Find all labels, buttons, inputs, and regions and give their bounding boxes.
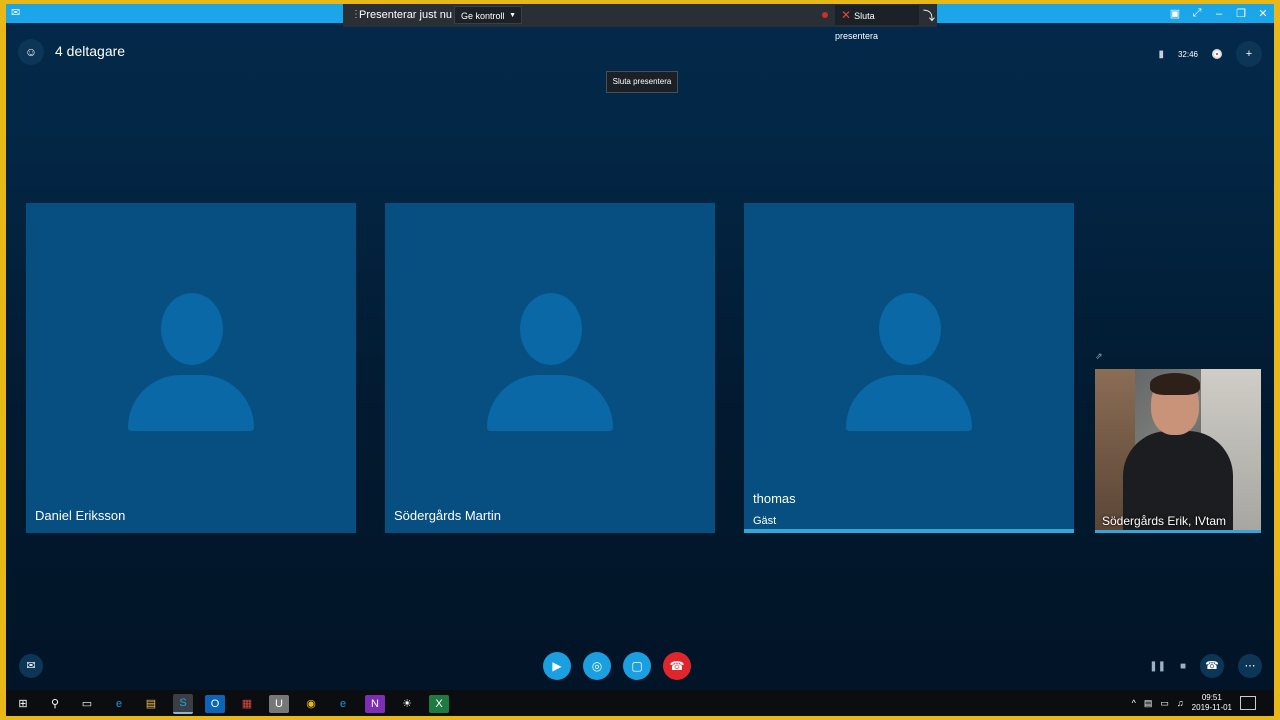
participant-name: Daniel Eriksson — [35, 508, 126, 523]
add-participant-button[interactable]: + — [1236, 41, 1262, 67]
participant-guest-label: Gäst — [753, 515, 777, 527]
dialpad-icon: ☎ — [1205, 660, 1219, 672]
edge-browser-icon[interactable]: e — [109, 695, 129, 713]
self-name: Södergårds Erik, IVtam — [1102, 514, 1227, 528]
participant-name: Södergårds Martin — [394, 508, 501, 523]
restore-icon[interactable]: ❐ — [1234, 7, 1248, 20]
chevron-up-icon[interactable]: ^ — [1132, 698, 1136, 708]
call-quality-icon[interactable]: ▮ — [1158, 49, 1164, 60]
chrome-icon[interactable]: ◉ — [301, 695, 321, 713]
chat-button[interactable]: ✉ — [19, 654, 43, 678]
participants-button[interactable]: ☺ — [18, 39, 44, 65]
person-hair — [1150, 373, 1200, 395]
participant-name: thomas — [753, 491, 796, 506]
presenting-status: Presenterar just nu — [359, 9, 452, 21]
hang-up-button[interactable]: ☎ — [663, 652, 691, 680]
app-icon[interactable]: U — [269, 695, 289, 713]
network-icon[interactable]: ▤ — [1144, 698, 1153, 709]
participant-tile[interactable]: Daniel Eriksson — [26, 203, 356, 533]
minimize-icon[interactable]: – — [1212, 8, 1226, 20]
stop-presenting-button[interactable]: ✕ Sluta presentera — [835, 5, 919, 41]
record-icon[interactable] — [1212, 49, 1222, 59]
hang-up-icon: ☎ — [669, 659, 685, 673]
participant-tile[interactable]: thomas Gäst — [744, 203, 1074, 533]
stop-icon[interactable]: ■ — [1180, 661, 1186, 672]
skype-icon[interactable]: S — [173, 694, 193, 714]
clock[interactable]: 09:51 2019-11-01 — [1192, 693, 1232, 713]
close-icon: ✕ — [841, 8, 852, 22]
internet-explorer-icon[interactable]: e — [333, 695, 353, 713]
clock-date: 2019-11-01 — [1191, 703, 1232, 712]
dialpad-button[interactable]: ☎ — [1200, 654, 1224, 678]
video-camera-icon: ▶ — [552, 659, 562, 673]
popout-icon[interactable]: ⇗ — [1095, 351, 1103, 362]
display-icon[interactable]: ▭ — [1160, 698, 1169, 709]
avatar-body — [846, 375, 972, 431]
tooltip: Sluta presentera — [606, 71, 678, 93]
windows-taskbar: ⊞ ⚲ ▭ e ▤ S O ▦ U ◉ e N ☀ X ^ ▤ ▭ ♫ 09:5… — [6, 690, 1274, 716]
pin-icon[interactable]: ⤵ — [923, 7, 935, 24]
extra-controls: ❚❚ ■ ☎ ⋯ — [1149, 654, 1262, 678]
volume-icon[interactable]: ♫ — [1177, 698, 1184, 708]
chevron-down-icon: ▼ — [509, 12, 516, 19]
self-video-preview[interactable]: ○ Södergårds Erik, IVtam — [1095, 369, 1261, 533]
speaking-indicator — [744, 529, 1074, 533]
call-controls: ▶ ◎ ▢ ☎ — [543, 652, 691, 680]
skype-chat-icon[interactable]: ✉ — [11, 7, 23, 19]
give-control-label: Ge kontroll — [461, 11, 505, 21]
more-icon: ⋯ — [1244, 660, 1256, 672]
system-tray: ^ ▤ ▭ ♫ 09:51 2019-11-01 — [1132, 693, 1256, 713]
skype-call-window: ✉ ▣ ⤢ – ❐ ✕ ⋮ Presenterar just nu Ge kon… — [6, 4, 1274, 690]
task-view-icon[interactable]: ▭ — [77, 695, 97, 713]
presenting-toolbar: ⋮ Presenterar just nu Ge kontroll ▼ ✕ Slu… — [343, 4, 937, 41]
microphone-icon: ◎ — [591, 659, 603, 673]
layout-icon[interactable]: ▣ — [1168, 7, 1182, 20]
present-screen-icon: ▢ — [631, 659, 643, 673]
people-icon: ☺ — [24, 45, 38, 59]
call-timer: 32:46 — [1177, 49, 1198, 59]
chat-icon: ✉ — [26, 660, 36, 672]
avatar-body — [487, 375, 613, 431]
settings-icon[interactable]: ○ — [1243, 374, 1255, 386]
call-info: ▮ 32:46 + — [1158, 41, 1262, 67]
window-controls: ▣ ⤢ – ❐ ✕ — [1168, 6, 1270, 21]
video-button[interactable]: ▶ — [543, 652, 571, 680]
onenote-icon[interactable]: N — [365, 695, 385, 713]
more-options-button[interactable]: ⋯ — [1238, 654, 1262, 678]
windows-start-icon[interactable]: ⊞ — [13, 695, 33, 713]
notifications-icon[interactable] — [1240, 696, 1256, 710]
office-app-icon[interactable]: ▦ — [237, 695, 257, 713]
taskbar-apps: ⊞ ⚲ ▭ e ▤ S O ▦ U ◉ e N ☀ X — [13, 694, 449, 714]
participant-count: 4 deltagare — [55, 43, 126, 59]
app-icon[interactable]: ☀ — [397, 695, 417, 713]
pause-icon[interactable]: ❚❚ — [1149, 661, 1166, 672]
add-person-icon: + — [1245, 48, 1253, 60]
avatar-icon — [161, 293, 223, 365]
participant-tile[interactable]: Södergårds Martin — [385, 203, 715, 533]
file-explorer-icon[interactable]: ▤ — [141, 695, 161, 713]
close-icon[interactable]: ✕ — [1256, 7, 1270, 20]
recording-dot-icon — [822, 12, 828, 18]
outlook-icon[interactable]: O — [205, 695, 225, 713]
search-icon[interactable]: ⚲ — [45, 695, 65, 713]
clock-time: 09:51 — [1201, 693, 1222, 702]
speaking-indicator — [1095, 530, 1261, 533]
give-control-dropdown[interactable]: Ge kontroll ▼ — [454, 6, 522, 24]
fullscreen-icon[interactable]: ⤢ — [1190, 7, 1204, 20]
avatar-body — [128, 375, 254, 431]
excel-icon[interactable]: X — [429, 695, 449, 713]
avatar-icon — [879, 293, 941, 365]
mic-button[interactable]: ◎ — [583, 652, 611, 680]
share-screen-button[interactable]: ▢ — [623, 652, 651, 680]
avatar-icon — [520, 293, 582, 365]
